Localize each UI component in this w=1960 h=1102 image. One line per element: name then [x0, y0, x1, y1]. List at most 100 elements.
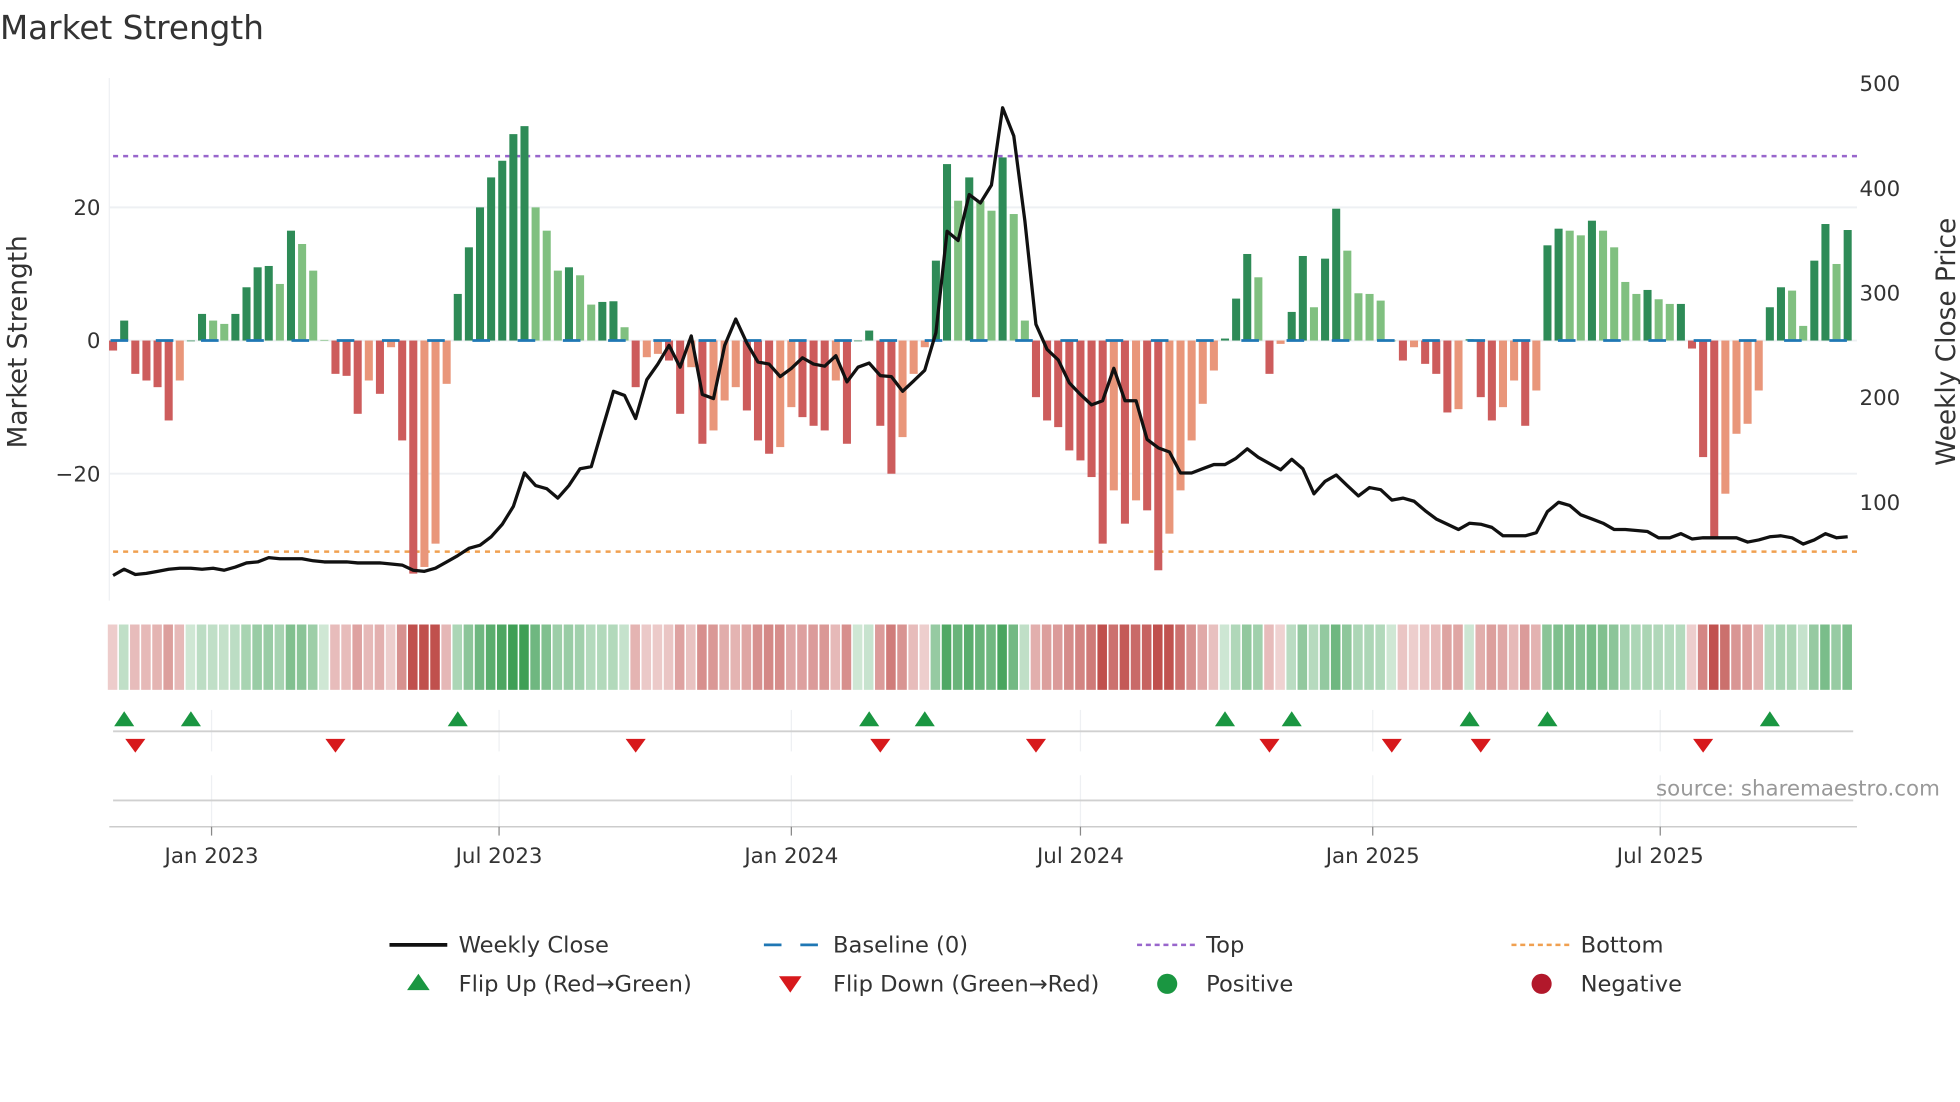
strength-bar — [776, 340, 785, 448]
strength-bar — [1343, 250, 1352, 341]
flip-up-marker — [859, 711, 880, 727]
strength-bar — [220, 323, 229, 341]
strength-bar — [1165, 340, 1174, 534]
strength-bar — [153, 340, 162, 388]
flip-down-marker — [125, 738, 146, 753]
strip-cell — [1119, 624, 1130, 690]
flip-up-marker — [447, 711, 468, 727]
strength-bar — [1543, 245, 1552, 341]
flip-down-marker — [1381, 738, 1402, 753]
y-tick-label: 20 — [73, 196, 100, 221]
strip-cell — [1308, 624, 1319, 690]
strength-bar — [609, 301, 618, 341]
strip-cell — [852, 624, 863, 690]
legend-item: Baseline (0) — [763, 932, 968, 958]
legend-label: Top — [1205, 932, 1244, 958]
strength-bar — [364, 340, 373, 381]
strength-bar — [1009, 214, 1018, 341]
strength-bar — [253, 267, 262, 341]
strip-cell — [1364, 624, 1374, 690]
strength-bar — [1510, 340, 1519, 381]
y2-axis-label: Weekly Close Price — [1932, 218, 1960, 466]
strip-cell — [975, 624, 985, 690]
strength-bar — [142, 340, 151, 381]
legend-label: Negative — [1581, 971, 1682, 997]
strip-cell — [1586, 624, 1597, 690]
strip-cell — [385, 624, 396, 690]
strip-cell — [997, 624, 1007, 690]
strength-bar — [1754, 340, 1763, 391]
strength-bar — [475, 207, 485, 341]
strip-cell — [474, 624, 485, 690]
strength-bar — [1521, 340, 1530, 426]
strip-cell — [863, 624, 874, 690]
x-tick-label: Jul 2023 — [454, 844, 543, 869]
strength-bar — [676, 340, 685, 414]
strength-bar — [209, 320, 218, 341]
strip-cell — [652, 624, 663, 690]
strip-cell — [1442, 624, 1452, 690]
strength-bar — [1209, 340, 1218, 371]
strength-bar — [1220, 338, 1230, 341]
strip-cell — [1197, 624, 1208, 690]
strip-cell — [875, 624, 885, 690]
strength-bar — [1187, 340, 1196, 441]
flip-down-marker — [1259, 738, 1280, 753]
strength-bar — [498, 160, 507, 341]
strip-cell — [1608, 624, 1619, 690]
strength-bar — [1332, 208, 1341, 341]
strength-bar — [1376, 300, 1385, 341]
strip-cell — [285, 624, 296, 690]
strength-bar — [1254, 277, 1263, 341]
strip-cell — [130, 624, 140, 690]
strip-cell — [374, 624, 385, 690]
strength-bar — [1198, 340, 1207, 404]
strip-cell — [1742, 624, 1752, 690]
strength-bar — [131, 340, 140, 374]
x-tick-label: Jul 2025 — [1615, 844, 1704, 869]
strip-cell — [107, 624, 118, 690]
strength-bar — [275, 283, 284, 341]
triangle-up-icon — [407, 973, 430, 991]
strip-cell — [563, 624, 574, 690]
strength-bar — [598, 301, 607, 341]
strip-cell — [1664, 624, 1675, 690]
strip-cell — [786, 624, 796, 690]
strip-cell — [1086, 624, 1096, 690]
strength-bar — [854, 340, 863, 342]
strip-cell — [430, 624, 440, 690]
strength-bar — [787, 340, 796, 408]
strength-bar — [1743, 340, 1752, 424]
y2-tick-label: 300 — [1859, 281, 1900, 306]
legend-item: Weekly Close — [389, 932, 609, 958]
strip-cell — [763, 624, 774, 690]
strength-bar — [1765, 307, 1774, 341]
strip-cell — [708, 624, 718, 690]
strength-bar — [286, 230, 296, 341]
strip-cell — [1842, 624, 1852, 690]
circle-icon — [1157, 973, 1178, 994]
strength-bar — [1788, 290, 1797, 341]
strength-bar — [1031, 340, 1040, 398]
strip-cell — [797, 624, 807, 690]
strength-bar — [1076, 340, 1085, 461]
strength-bar — [1665, 303, 1674, 341]
strength-bar — [320, 339, 329, 341]
strip-cell — [185, 624, 196, 690]
strength-bar — [1721, 340, 1730, 494]
x-tick-label: Jul 2024 — [1035, 844, 1124, 869]
strip-cell — [1564, 624, 1574, 690]
strip-cell — [452, 624, 463, 690]
strip-cell — [1330, 624, 1341, 690]
strength-bar — [1599, 230, 1608, 341]
strip-cell — [1775, 624, 1786, 690]
strip-cell — [1264, 624, 1274, 690]
strength-bar — [976, 200, 985, 341]
strength-bar — [998, 157, 1007, 341]
source-note: source: sharemaestro.com — [1656, 776, 1940, 801]
strength-bar — [620, 327, 629, 341]
strength-bar — [1098, 340, 1107, 544]
strip-cell — [608, 624, 618, 690]
strip-cell — [1075, 624, 1085, 690]
strength-bar — [1799, 325, 1808, 341]
